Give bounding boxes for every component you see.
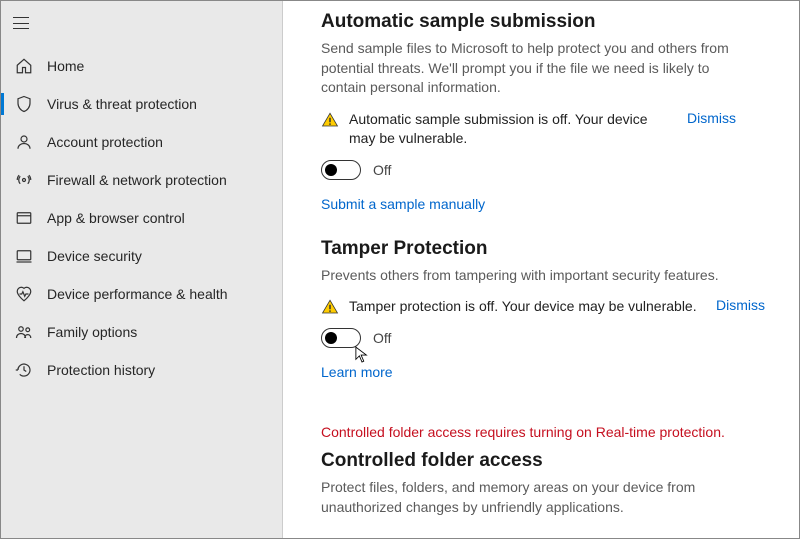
sidebar-item-home[interactable]: Home — [1, 47, 282, 85]
section-description: Protect files, folders, and memory areas… — [321, 478, 751, 517]
sidebar: Home Virus & threat protection Account p… — [1, 1, 283, 538]
sidebar-item-account[interactable]: Account protection — [1, 123, 282, 161]
warning-row: Automatic sample submission is off. Your… — [321, 110, 765, 148]
sidebar-item-device-security[interactable]: Device security — [1, 237, 282, 275]
sidebar-item-history[interactable]: Protection history — [1, 351, 282, 389]
nav-list: Home Virus & threat protection Account p… — [1, 41, 282, 389]
dismiss-link[interactable]: Dismiss — [687, 110, 736, 126]
person-icon — [15, 133, 33, 151]
sidebar-item-label: Protection history — [47, 362, 155, 378]
section-sample-submission: Automatic sample submission Send sample … — [321, 11, 765, 238]
sidebar-item-label: App & browser control — [47, 210, 185, 226]
home-icon — [15, 57, 33, 75]
error-text: Controlled folder access requires turnin… — [321, 424, 765, 440]
heart-icon — [15, 285, 33, 303]
toggle-state-label: Off — [373, 330, 391, 346]
sidebar-item-family[interactable]: Family options — [1, 313, 282, 351]
dismiss-link[interactable]: Dismiss — [716, 297, 765, 313]
sidebar-item-firewall[interactable]: Firewall & network protection — [1, 161, 282, 199]
warning-text: Tamper protection is off. Your device ma… — [349, 297, 698, 316]
network-icon — [15, 171, 33, 189]
section-title: Tamper Protection — [321, 238, 765, 260]
toggle-row: Off — [321, 160, 765, 180]
toggle-state-label: Off — [373, 162, 391, 178]
sidebar-item-label: Firewall & network protection — [47, 172, 227, 188]
menu-button[interactable] — [1, 5, 41, 41]
sidebar-item-label: Family options — [47, 324, 137, 340]
submit-sample-link[interactable]: Submit a sample manually — [321, 196, 485, 212]
device-icon — [15, 247, 33, 265]
learn-more-link[interactable]: Learn more — [321, 364, 393, 380]
sidebar-item-label: Account protection — [47, 134, 163, 150]
sidebar-item-virus-threat[interactable]: Virus & threat protection — [1, 85, 282, 123]
sidebar-item-label: Virus & threat protection — [47, 96, 197, 112]
warning-text: Automatic sample submission is off. Your… — [349, 110, 669, 148]
section-description: Prevents others from tampering with impo… — [321, 266, 751, 286]
toggle-row: Off — [321, 328, 765, 348]
tamper-protection-toggle[interactable] — [321, 328, 361, 348]
warning-icon — [321, 297, 339, 316]
section-controlled-folder-access: Controlled folder access requires turnin… — [321, 424, 765, 517]
sidebar-item-label: Home — [47, 58, 84, 74]
sidebar-item-app-browser[interactable]: App & browser control — [1, 199, 282, 237]
warning-icon — [321, 110, 339, 129]
sidebar-item-label: Device performance & health — [47, 286, 228, 302]
app-icon — [15, 209, 33, 227]
warning-row: Tamper protection is off. Your device ma… — [321, 297, 765, 316]
section-description: Send sample files to Microsoft to help p… — [321, 39, 751, 98]
history-icon — [15, 361, 33, 379]
main-content: Automatic sample submission Send sample … — [283, 1, 799, 538]
sidebar-item-label: Device security — [47, 248, 142, 264]
section-title: Controlled folder access — [321, 450, 765, 472]
section-tamper-protection: Tamper Protection Prevents others from t… — [321, 238, 765, 407]
family-icon — [15, 323, 33, 341]
sample-submission-toggle[interactable] — [321, 160, 361, 180]
hamburger-icon — [13, 17, 29, 29]
sidebar-item-performance[interactable]: Device performance & health — [1, 275, 282, 313]
shield-icon — [15, 95, 33, 113]
section-title: Automatic sample submission — [321, 11, 765, 33]
